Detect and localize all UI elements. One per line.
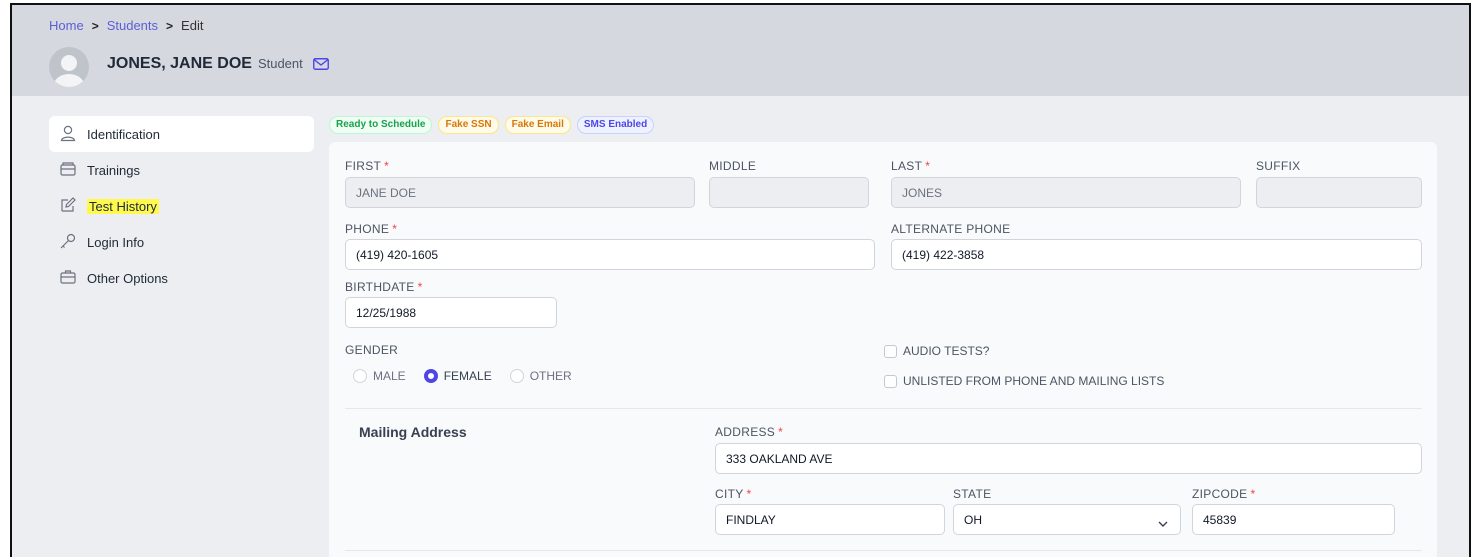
status-badge: Fake Email	[504, 116, 571, 134]
breadcrumb: Home > Students > Edit	[49, 18, 203, 33]
gender-female-radio[interactable]	[423, 369, 438, 383]
sidebar-item-label: Other Options	[87, 270, 168, 286]
breadcrumb-students[interactable]: Students	[107, 18, 158, 33]
audio-tests-option: AUDIO TESTS?	[884, 344, 989, 358]
birthdate-field[interactable]: 12/25/1988	[345, 297, 557, 328]
sidebar-item-other-options[interactable]: Other Options	[49, 260, 314, 296]
sidebar: Identification Trainings Test History Lo…	[49, 116, 314, 296]
alternate-phone-label: ALTERNATE PHONE	[891, 222, 1011, 236]
divider	[345, 408, 1422, 409]
sidebar-item-label: Trainings	[87, 162, 140, 178]
pencil-icon	[59, 196, 77, 217]
gender-other-radio[interactable]	[509, 369, 524, 383]
last-name-field[interactable]: JONES	[891, 177, 1241, 208]
gender-female-label[interactable]: FEMALE	[444, 369, 492, 383]
gender-label: GENDER	[345, 343, 399, 357]
chevron-right-icon: >	[91, 18, 99, 33]
tray-icon	[59, 160, 77, 181]
state-select[interactable]: OH	[953, 504, 1181, 535]
sidebar-item-identification[interactable]: Identification	[49, 116, 314, 152]
sidebar-item-label: Identification	[87, 126, 160, 142]
address-field[interactable]: 333 OAKLAND AVE	[715, 443, 1422, 474]
mailing-address-title: Mailing Address	[359, 424, 467, 440]
chevron-down-icon	[1158, 516, 1168, 530]
breadcrumb-home[interactable]: Home	[49, 18, 84, 33]
last-label: LAST *	[891, 159, 931, 173]
sidebar-item-label: Test History	[87, 198, 159, 214]
envelope-icon[interactable]	[312, 57, 329, 75]
zipcode-field[interactable]: 45839	[1192, 504, 1395, 535]
state-label: STATE	[953, 487, 992, 501]
first-label: FIRST *	[345, 159, 390, 173]
gender-male-radio[interactable]	[353, 369, 367, 383]
address-label: ADDRESS *	[715, 425, 784, 439]
status-badge: SMS Enabled	[576, 116, 655, 134]
gender-other-label[interactable]: OTHER	[530, 369, 572, 383]
suffix-field[interactable]	[1256, 177, 1422, 208]
student-name: JONES, JANE DOE	[107, 55, 252, 72]
divider	[345, 550, 1422, 551]
status-badges: Ready to Schedule Fake SSN Fake Email SM…	[329, 116, 655, 134]
gender-radio-group: MALE FEMALE OTHER	[353, 369, 584, 383]
page-title: JONES, JANE DOE Student	[107, 55, 329, 73]
middle-name-field[interactable]	[709, 177, 869, 208]
audio-tests-checkbox[interactable]	[884, 344, 897, 358]
status-badge: Ready to Schedule	[329, 116, 433, 134]
state-select-value: OH	[964, 512, 982, 527]
phone-label: PHONE *	[345, 222, 398, 236]
briefcase-icon	[59, 268, 77, 289]
city-field[interactable]: FINDLAY	[715, 504, 945, 535]
phone-field[interactable]: (419) 420-1605	[345, 239, 875, 270]
status-badge: Fake SSN	[438, 116, 499, 134]
app-frame: Home > Students > Edit JONES, JANE DOE S…	[10, 3, 1471, 557]
unlisted-option: UNLISTED FROM PHONE AND MAILING LISTS	[884, 374, 1164, 388]
birthdate-label: BIRTHDATE *	[345, 280, 423, 294]
sidebar-item-label: Login Info	[87, 234, 145, 250]
unlisted-label[interactable]: UNLISTED FROM PHONE AND MAILING LISTS	[903, 374, 1164, 388]
user-icon	[59, 124, 77, 145]
gender-male-label[interactable]: MALE	[373, 369, 406, 383]
audio-tests-label[interactable]: AUDIO TESTS?	[903, 344, 989, 358]
sidebar-item-trainings[interactable]: Trainings	[49, 152, 314, 188]
unlisted-checkbox[interactable]	[884, 374, 897, 388]
identification-form: FIRST * JANE DOE MIDDLE LAST * JONES SUFFI…	[329, 142, 1437, 557]
zipcode-label: ZIPCODE *	[1192, 487, 1256, 501]
first-name-field[interactable]: JANE DOE	[345, 177, 695, 208]
sidebar-item-login-info[interactable]: Login Info	[49, 224, 314, 260]
student-role: Student	[257, 56, 303, 71]
avatar	[49, 47, 89, 87]
city-label: CITY *	[715, 487, 752, 501]
page-header: Home > Students > Edit JONES, JANE DOE S…	[12, 5, 1469, 96]
alternate-phone-field[interactable]: (419) 422-3858	[891, 239, 1422, 270]
suffix-label: SUFFIX	[1256, 159, 1301, 173]
chevron-right-icon: >	[166, 18, 174, 33]
middle-label: MIDDLE	[709, 159, 757, 173]
key-icon	[59, 232, 77, 253]
sidebar-item-test-history[interactable]: Test History	[49, 188, 314, 224]
breadcrumb-current: Edit	[181, 18, 204, 33]
